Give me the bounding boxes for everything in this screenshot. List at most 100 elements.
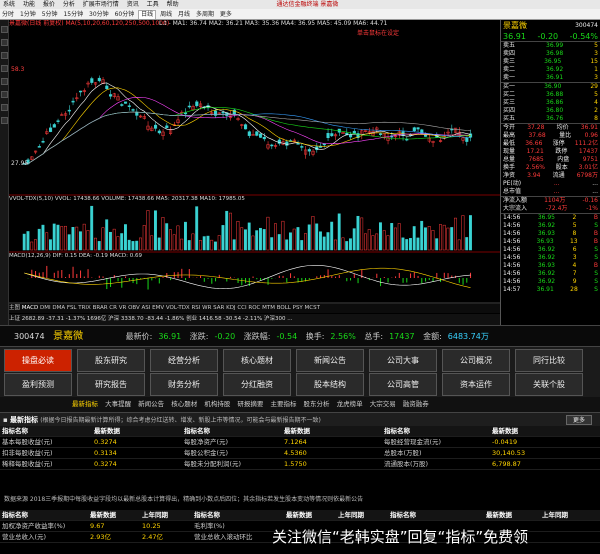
menu-item[interactable]: 功能 <box>20 0 38 9</box>
indicator-tab[interactable]: BRAR <box>93 305 108 311</box>
period-tab-active[interactable]: 日线 <box>138 10 157 19</box>
nav-button[interactable]: 盈利预测 <box>4 373 72 396</box>
indicator-tab[interactable]: BOLL <box>277 305 291 311</box>
tool-icon[interactable] <box>1 117 8 124</box>
volume-bar <box>300 240 304 251</box>
menu-item[interactable]: 帮助 <box>164 0 182 9</box>
indicator-tab[interactable]: OBV <box>128 305 140 311</box>
quote-cell: 8 <box>572 230 577 237</box>
quote-cell: S <box>594 222 598 229</box>
indicator-tab[interactable]: FSL <box>67 305 77 311</box>
cell: 0.3134 <box>92 447 182 459</box>
subnav-item[interactable]: 龙虎榜单 <box>337 397 363 412</box>
subnav-item[interactable]: 主要指标 <box>270 397 296 412</box>
menu-item[interactable]: 扩展市场行情 <box>80 0 122 9</box>
nav-button[interactable]: 公司概况 <box>442 349 510 372</box>
period-tab[interactable]: 1分钟 <box>18 9 38 19</box>
subnav-item[interactable]: 核心题材 <box>171 397 197 412</box>
subnav-item[interactable]: 机构持股 <box>204 397 230 412</box>
indicator-tab[interactable]: ROC <box>248 305 260 311</box>
period-tab[interactable]: 15分钟 <box>61 9 85 19</box>
nav-button[interactable]: 核心题材 <box>223 349 291 372</box>
menu-item[interactable]: 系统 <box>0 0 18 9</box>
indicator-tab[interactable]: RSI <box>191 305 200 311</box>
period-tab[interactable]: 多周期 <box>194 9 216 19</box>
table-row: 稀释每股收益(元) 0.3274 每股未分配利润(元) 1.5750 流通股本(… <box>0 458 600 470</box>
tool-icon[interactable] <box>1 39 8 46</box>
tool-icon[interactable] <box>1 78 8 85</box>
nav-button[interactable]: 股东研究 <box>77 349 145 372</box>
tool-icon[interactable] <box>1 52 8 59</box>
indicator-tab[interactable]: WR <box>202 305 211 311</box>
subnav-item[interactable]: 股东分析 <box>304 397 330 412</box>
indicator-tab[interactable]: VOL-TDX <box>166 305 190 311</box>
volume-bar <box>259 227 262 251</box>
indicator-tab[interactable]: CCI <box>237 305 246 311</box>
section-header: ▪ 最新指标 (根据今日报告期最新计算所得；综合考虑分红送转、增发、新股上市等情… <box>0 412 600 426</box>
indicator-tab[interactable]: MTM <box>262 305 275 311</box>
period-tab[interactable]: 5分钟 <box>40 9 60 19</box>
nav-button[interactable]: 同行比较 <box>515 349 583 372</box>
quote-cell: 9751 <box>582 156 598 163</box>
indicator-tab[interactable]: VR <box>119 305 127 311</box>
period-tab[interactable]: 更多 <box>218 9 234 19</box>
tool-icon[interactable] <box>1 104 8 111</box>
indicator-tab[interactable]: MCST <box>305 305 320 311</box>
volume-bar <box>379 222 382 251</box>
indicator-tab[interactable]: SAR <box>213 305 224 311</box>
subnav-item[interactable]: 新闻公告 <box>138 397 164 412</box>
period-tab[interactable]: 周线 <box>158 9 174 19</box>
nav-button[interactable]: 分红融资 <box>223 373 291 396</box>
nav-button[interactable]: 经营分析 <box>150 349 218 372</box>
period-tab[interactable]: 月线 <box>176 9 192 19</box>
tool-icon[interactable] <box>1 65 8 72</box>
period-tab[interactable]: 分时 <box>0 9 16 19</box>
section-title: 最新指标 <box>9 416 38 424</box>
indicator-tab[interactable]: PSY <box>293 305 303 311</box>
nav-button[interactable]: 财务分析 <box>150 373 218 396</box>
candle-body <box>307 149 311 152</box>
period-tab[interactable]: 60分钟 <box>113 9 137 19</box>
indicator-tab-active[interactable]: MACD <box>22 305 39 311</box>
nav-button[interactable]: 股本结构 <box>296 373 364 396</box>
menu-item[interactable]: 工具 <box>144 0 162 9</box>
candle-body <box>67 109 71 112</box>
nav-button-active[interactable]: 操盘必读 <box>4 349 72 372</box>
indicator-tab[interactable]: TRIX <box>78 305 91 311</box>
indicator-tab[interactable]: 主图 <box>9 305 20 311</box>
kline-chart[interactable]: 景嘉微(日线 前复权) MA(5,10,20,60,120,250,500,10… <box>9 20 500 325</box>
subnav-item[interactable]: 融资融券 <box>403 397 429 412</box>
period-tab[interactable]: 30分钟 <box>87 9 111 19</box>
nav-button[interactable]: 研究报告 <box>77 373 145 396</box>
quote-cell: 今开 <box>503 124 516 131</box>
menu-item[interactable]: 分析 <box>60 0 78 9</box>
subnav-item[interactable]: 研报摘要 <box>237 397 263 412</box>
info-turn: 2.56% <box>330 332 356 341</box>
candle-body <box>184 112 188 115</box>
nav-button[interactable]: 资本运作 <box>442 373 510 396</box>
indicator-tab[interactable]: DMA <box>52 305 65 311</box>
indicator-tab[interactable]: DMI <box>40 305 51 311</box>
indicator-tab[interactable]: EMV <box>152 305 164 311</box>
quote-cell: PE(动) <box>503 180 522 187</box>
volume-bar <box>165 223 169 251</box>
volume-bar <box>184 221 187 251</box>
more-button[interactable]: 更多 <box>565 415 592 425</box>
tool-icon[interactable] <box>1 26 8 33</box>
tool-icon[interactable] <box>1 91 8 98</box>
menu-item[interactable]: 资讯 <box>124 0 142 9</box>
nav-button[interactable]: 公司大事 <box>369 349 437 372</box>
indicator-tab[interactable]: ASI <box>142 305 151 311</box>
nav-button[interactable]: 公司高管 <box>369 373 437 396</box>
subnav-item[interactable]: 大宗交易 <box>370 397 396 412</box>
indicator-tab[interactable]: KDJ <box>226 305 235 311</box>
subnav-item-active[interactable]: 最新指标 <box>72 397 98 412</box>
nav-button[interactable]: 关联个股 <box>515 373 583 396</box>
nav-button[interactable]: 新闻公告 <box>296 349 364 372</box>
subnav-item[interactable]: 大事提醒 <box>105 397 131 412</box>
menu-item[interactable]: 报价 <box>40 0 58 9</box>
candle-body <box>424 134 428 137</box>
indicator-tab[interactable]: CR <box>109 305 117 311</box>
quote-price: 36.91 <box>503 32 526 41</box>
volume-bar <box>405 239 409 251</box>
